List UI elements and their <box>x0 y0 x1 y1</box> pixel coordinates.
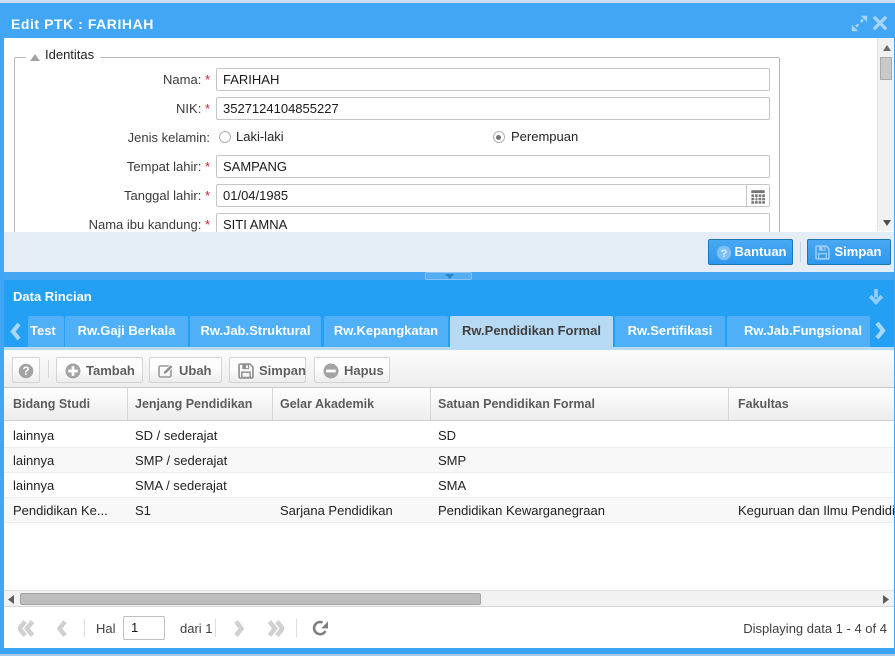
svg-text:?: ? <box>22 366 29 378</box>
svg-text:?: ? <box>721 248 728 260</box>
